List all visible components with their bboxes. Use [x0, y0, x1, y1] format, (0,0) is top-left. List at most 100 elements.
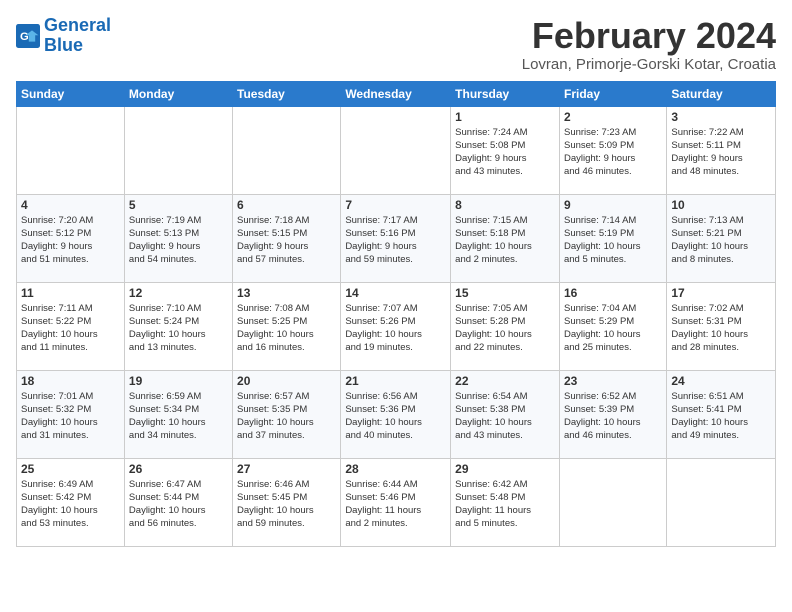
calendar-cell: 23 Sunrise: 6:52 AM Sunset: 5:39 PM Dayli…	[559, 370, 666, 458]
day-number: 10	[671, 198, 771, 212]
day-number: 9	[564, 198, 662, 212]
day-number: 18	[21, 374, 120, 388]
day-detail: Sunrise: 7:04 AM Sunset: 5:29 PM Dayligh…	[564, 302, 662, 355]
calendar-table: SundayMondayTuesdayWednesdayThursdayFrid…	[16, 81, 776, 547]
calendar-cell: 27 Sunrise: 6:46 AM Sunset: 5:45 PM Dayli…	[233, 458, 341, 546]
day-header-friday: Friday	[559, 81, 666, 106]
day-detail: Sunrise: 7:22 AM Sunset: 5:11 PM Dayligh…	[671, 126, 771, 179]
day-detail: Sunrise: 7:23 AM Sunset: 5:09 PM Dayligh…	[564, 126, 662, 179]
day-number: 15	[455, 286, 555, 300]
day-detail: Sunrise: 7:19 AM Sunset: 5:13 PM Dayligh…	[129, 214, 228, 267]
calendar-cell: 10 Sunrise: 7:13 AM Sunset: 5:21 PM Dayli…	[667, 194, 776, 282]
day-number: 19	[129, 374, 228, 388]
calendar-cell: 12 Sunrise: 7:10 AM Sunset: 5:24 PM Dayli…	[124, 282, 232, 370]
day-detail: Sunrise: 7:07 AM Sunset: 5:26 PM Dayligh…	[345, 302, 446, 355]
calendar-title: February 2024	[522, 16, 776, 56]
calendar-cell: 26Sunrise: 6:47 AM Sunset: 5:44 PM Dayli…	[124, 458, 232, 546]
day-number: 22	[455, 374, 555, 388]
day-detail: Sunrise: 6:51 AM Sunset: 5:41 PM Dayligh…	[671, 390, 771, 443]
day-header-saturday: Saturday	[667, 81, 776, 106]
calendar-cell: 18 Sunrise: 7:01 AM Sunset: 5:32 PM Dayli…	[17, 370, 125, 458]
day-number: 28	[345, 462, 446, 476]
calendar-cell: 2Sunrise: 7:23 AM Sunset: 5:09 PM Daylig…	[559, 106, 666, 194]
calendar-cell: 20 Sunrise: 6:57 AM Sunset: 5:35 PM Dayli…	[233, 370, 341, 458]
day-number: 1	[455, 110, 555, 124]
day-number: 12	[129, 286, 228, 300]
calendar-week-2: 4 Sunrise: 7:20 AM Sunset: 5:12 PM Daylig…	[17, 194, 776, 282]
calendar-cell: 8Sunrise: 7:15 AM Sunset: 5:18 PM Daylig…	[451, 194, 560, 282]
day-detail: Sunrise: 7:20 AM Sunset: 5:12 PM Dayligh…	[21, 214, 120, 267]
day-detail: Sunrise: 6:42 AM Sunset: 5:48 PM Dayligh…	[455, 478, 555, 531]
day-detail: Sunrise: 6:57 AM Sunset: 5:35 PM Dayligh…	[237, 390, 336, 443]
day-number: 14	[345, 286, 446, 300]
calendar-cell	[233, 106, 341, 194]
day-header-thursday: Thursday	[451, 81, 560, 106]
day-number: 29	[455, 462, 555, 476]
day-number: 5	[129, 198, 228, 212]
calendar-cell	[341, 106, 451, 194]
calendar-cell: 24 Sunrise: 6:51 AM Sunset: 5:41 PM Dayli…	[667, 370, 776, 458]
calendar-cell: 25 Sunrise: 6:49 AM Sunset: 5:42 PM Dayli…	[17, 458, 125, 546]
day-number: 17	[671, 286, 771, 300]
calendar-cell: 28 Sunrise: 6:44 AM Sunset: 5:46 PM Dayli…	[341, 458, 451, 546]
day-header-tuesday: Tuesday	[233, 81, 341, 106]
day-detail: Sunrise: 7:05 AM Sunset: 5:28 PM Dayligh…	[455, 302, 555, 355]
calendar-cell: 1Sunrise: 7:24 AM Sunset: 5:08 PM Daylig…	[451, 106, 560, 194]
day-number: 25	[21, 462, 120, 476]
day-detail: Sunrise: 7:01 AM Sunset: 5:32 PM Dayligh…	[21, 390, 120, 443]
calendar-cell: 17 Sunrise: 7:02 AM Sunset: 5:31 PM Dayli…	[667, 282, 776, 370]
calendar-cell	[124, 106, 232, 194]
day-detail: Sunrise: 7:02 AM Sunset: 5:31 PM Dayligh…	[671, 302, 771, 355]
calendar-cell: 29 Sunrise: 6:42 AM Sunset: 5:48 PM Dayli…	[451, 458, 560, 546]
calendar-cell: 19Sunrise: 6:59 AM Sunset: 5:34 PM Dayli…	[124, 370, 232, 458]
calendar-cell: 16 Sunrise: 7:04 AM Sunset: 5:29 PM Dayli…	[559, 282, 666, 370]
day-number: 7	[345, 198, 446, 212]
logo-text-line2: Blue	[44, 36, 111, 56]
header: G General Blue February 2024 Lovran, Pri…	[16, 16, 776, 73]
day-detail: Sunrise: 7:10 AM Sunset: 5:24 PM Dayligh…	[129, 302, 228, 355]
day-detail: Sunrise: 7:17 AM Sunset: 5:16 PM Dayligh…	[345, 214, 446, 267]
calendar-cell: 11Sunrise: 7:11 AM Sunset: 5:22 PM Dayli…	[17, 282, 125, 370]
day-number: 27	[237, 462, 336, 476]
calendar-cell	[17, 106, 125, 194]
day-detail: Sunrise: 6:44 AM Sunset: 5:46 PM Dayligh…	[345, 478, 446, 531]
day-detail: Sunrise: 6:56 AM Sunset: 5:36 PM Dayligh…	[345, 390, 446, 443]
calendar-cell	[667, 458, 776, 546]
day-detail: Sunrise: 7:13 AM Sunset: 5:21 PM Dayligh…	[671, 214, 771, 267]
day-number: 21	[345, 374, 446, 388]
day-number: 26	[129, 462, 228, 476]
calendar-subtitle: Lovran, Primorje-Gorski Kotar, Croatia	[522, 56, 776, 73]
calendar-week-3: 11Sunrise: 7:11 AM Sunset: 5:22 PM Dayli…	[17, 282, 776, 370]
day-detail: Sunrise: 7:18 AM Sunset: 5:15 PM Dayligh…	[237, 214, 336, 267]
calendar-cell: 9 Sunrise: 7:14 AM Sunset: 5:19 PM Daylig…	[559, 194, 666, 282]
day-header-sunday: Sunday	[17, 81, 125, 106]
day-number: 20	[237, 374, 336, 388]
day-number: 23	[564, 374, 662, 388]
day-detail: Sunrise: 6:52 AM Sunset: 5:39 PM Dayligh…	[564, 390, 662, 443]
logo-icon: G	[16, 24, 40, 48]
day-detail: Sunrise: 6:49 AM Sunset: 5:42 PM Dayligh…	[21, 478, 120, 531]
calendar-cell: 14 Sunrise: 7:07 AM Sunset: 5:26 PM Dayli…	[341, 282, 451, 370]
calendar-cell: 4 Sunrise: 7:20 AM Sunset: 5:12 PM Daylig…	[17, 194, 125, 282]
day-number: 24	[671, 374, 771, 388]
day-detail: Sunrise: 6:54 AM Sunset: 5:38 PM Dayligh…	[455, 390, 555, 443]
calendar-cell: 3Sunrise: 7:22 AM Sunset: 5:11 PM Daylig…	[667, 106, 776, 194]
calendar-week-1: 1Sunrise: 7:24 AM Sunset: 5:08 PM Daylig…	[17, 106, 776, 194]
day-number: 6	[237, 198, 336, 212]
day-number: 4	[21, 198, 120, 212]
day-detail: Sunrise: 7:15 AM Sunset: 5:18 PM Dayligh…	[455, 214, 555, 267]
calendar-week-5: 25 Sunrise: 6:49 AM Sunset: 5:42 PM Dayli…	[17, 458, 776, 546]
title-area: February 2024 Lovran, Primorje-Gorski Ko…	[522, 16, 776, 73]
calendar-cell: 13 Sunrise: 7:08 AM Sunset: 5:25 PM Dayli…	[233, 282, 341, 370]
day-detail: Sunrise: 6:46 AM Sunset: 5:45 PM Dayligh…	[237, 478, 336, 531]
calendar-cell: 7 Sunrise: 7:17 AM Sunset: 5:16 PM Daylig…	[341, 194, 451, 282]
svg-text:G: G	[20, 31, 29, 43]
logo-text-line1: General	[44, 16, 111, 36]
day-header-monday: Monday	[124, 81, 232, 106]
day-detail: Sunrise: 7:08 AM Sunset: 5:25 PM Dayligh…	[237, 302, 336, 355]
day-header-wednesday: Wednesday	[341, 81, 451, 106]
day-detail: Sunrise: 7:14 AM Sunset: 5:19 PM Dayligh…	[564, 214, 662, 267]
day-number: 13	[237, 286, 336, 300]
calendar-cell: 22 Sunrise: 6:54 AM Sunset: 5:38 PM Dayli…	[451, 370, 560, 458]
day-number: 16	[564, 286, 662, 300]
